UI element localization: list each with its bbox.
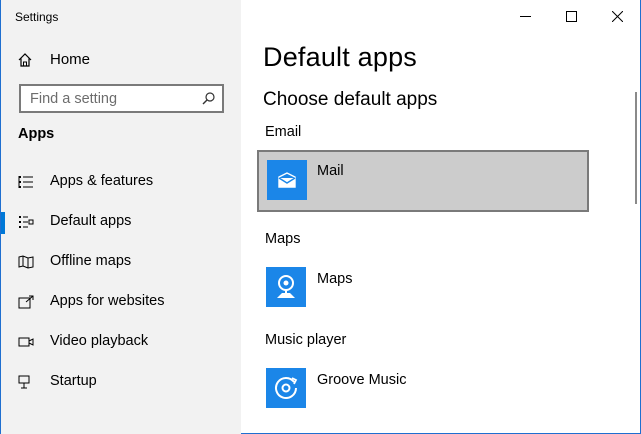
sidebar-item-default-apps[interactable]: Default apps [1, 204, 241, 240]
sidebar-item-label: Offline maps [50, 253, 132, 269]
video-icon [18, 337, 34, 347]
sidebar-item-label: Video playback [50, 333, 149, 349]
sidebar-item-label: Apps for websites [50, 293, 165, 309]
home-label: Home [50, 51, 91, 68]
sidebar-item-offline-maps[interactable]: Offline maps [1, 244, 241, 280]
sidebar-item-apps-for-websites[interactable]: Apps for websites [1, 284, 241, 320]
list-check-icon [19, 216, 34, 228]
search-placeholder: Find a setting [30, 91, 118, 107]
scrollbar[interactable] [635, 92, 637, 204]
home-icon [18, 53, 32, 67]
group-label-email: Email [265, 124, 302, 140]
sidebar: Settings Home Find a setting Apps Apps &… [1, 0, 241, 434]
search-icon[interactable] [201, 91, 216, 106]
startup-icon [18, 375, 30, 389]
section-subtitle: Choose default apps [263, 89, 438, 110]
close-button[interactable] [595, 0, 641, 32]
section-title: Apps [18, 126, 55, 142]
close-icon [612, 11, 623, 22]
default-maps-app-button[interactable]: Maps [257, 258, 589, 320]
link-window-icon [18, 295, 34, 309]
sidebar-item-apps-features[interactable]: Apps & features [1, 164, 241, 200]
maximize-icon [566, 11, 577, 22]
selection-indicator [1, 212, 5, 234]
group-label-music: Music player [265, 332, 347, 348]
default-music-app-button[interactable]: Groove Music [257, 359, 589, 421]
settings-window: Settings Home Find a setting Apps Apps &… [0, 0, 641, 434]
minimize-icon [520, 16, 531, 17]
sidebar-item-label: Apps & features [50, 173, 154, 189]
groove-icon [266, 368, 306, 408]
maximize-button[interactable] [549, 0, 595, 32]
app-name: Groove Music [317, 372, 407, 388]
window-title: Settings [15, 10, 59, 24]
app-name: Mail [317, 163, 344, 179]
minimize-button[interactable] [503, 0, 549, 32]
map-icon [18, 255, 34, 269]
app-name: Maps [317, 271, 353, 287]
sidebar-item-label: Default apps [50, 213, 132, 229]
maps-icon [266, 267, 306, 307]
mail-icon [267, 160, 307, 200]
list-icon [18, 176, 33, 188]
sidebar-item-video-playback[interactable]: Video playback [1, 324, 241, 360]
sidebar-item-startup[interactable]: Startup [1, 364, 241, 400]
page-title: Default apps [263, 42, 417, 72]
sidebar-item-label: Startup [50, 373, 97, 389]
search-input[interactable]: Find a setting [19, 84, 224, 113]
home-nav-item[interactable]: Home [1, 44, 241, 76]
default-email-app-button[interactable]: Mail [257, 150, 589, 212]
group-label-maps: Maps [265, 231, 301, 247]
